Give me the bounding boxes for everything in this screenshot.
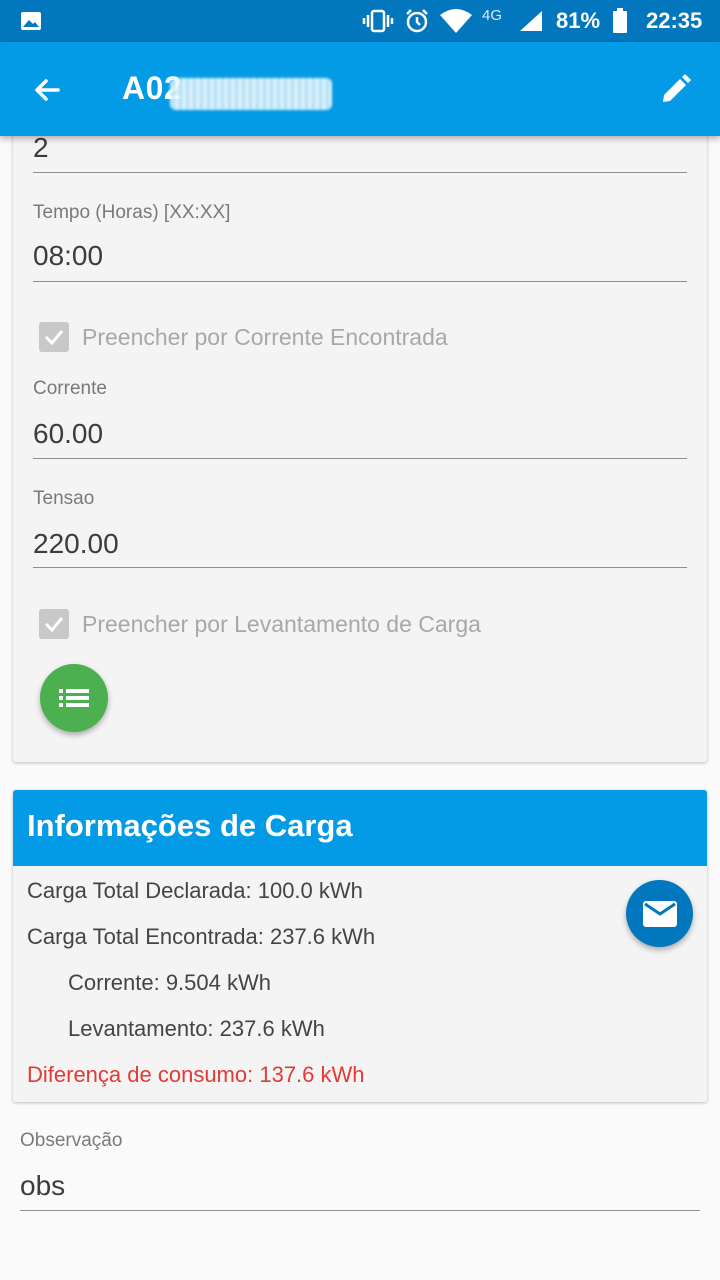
list-icon — [59, 689, 89, 707]
alarm-icon — [404, 0, 430, 42]
check-icon — [44, 330, 64, 346]
field-underline — [33, 567, 687, 568]
field-underline — [33, 281, 687, 282]
carga-corrente: Corrente: 9.504 kWh — [68, 970, 271, 995]
arrow-back-icon — [35, 79, 60, 101]
field-underline — [20, 1210, 700, 1211]
pencil-icon — [663, 74, 691, 102]
check-icon — [44, 617, 64, 633]
form-card: 2 Tempo (Horas) [XX:XX] 08:00 Preencher … — [13, 110, 707, 762]
carga-declarada: Carga Total Declarada: 100.0 kWh — [27, 878, 363, 903]
edit-button[interactable] — [650, 65, 700, 115]
redacted-title-suffix — [170, 78, 332, 110]
diferenca-consumo: Diferença de consumo: 137.6 kWh — [27, 1062, 365, 1087]
check-levantamento-label: Preencher por Levantamento de Carga — [82, 610, 481, 637]
clock: 22:35 — [646, 8, 703, 33]
signal-icon — [518, 0, 544, 42]
corrente-label: Corrente — [33, 378, 107, 399]
check-corrente-label: Preencher por Corrente Encontrada — [82, 323, 448, 350]
network-type: 4G — [482, 6, 503, 24]
field-underline — [33, 458, 687, 459]
image-icon — [20, 0, 42, 42]
check-levantamento-checkbox[interactable] — [39, 609, 69, 639]
field-underline — [33, 172, 687, 173]
tensao-label: Tensao — [33, 488, 95, 509]
check-corrente-checkbox[interactable] — [39, 322, 69, 352]
mail-fab-button[interactable] — [626, 880, 693, 947]
status-bar: 4G 81% 22:35 — [0, 0, 720, 42]
check-levantamento-row[interactable]: Preencher por Levantamento de Carga — [39, 609, 481, 639]
tempo-input[interactable]: 08:00 — [33, 240, 103, 272]
battery-percent: 81% — [556, 8, 601, 33]
back-button[interactable] — [22, 65, 72, 115]
app-bar: A02 — [0, 42, 720, 136]
carga-card-header: Informações de Carga — [13, 790, 707, 866]
corrente-input[interactable]: 60.00 — [33, 418, 103, 450]
list-fab-button[interactable] — [40, 664, 108, 732]
mail-icon — [642, 900, 677, 927]
tempo-label: Tempo (Horas) [XX:XX] — [33, 202, 231, 223]
top-field-value[interactable]: 2 — [33, 132, 49, 164]
observacao-input[interactable]: obs — [20, 1170, 65, 1202]
wifi-icon — [440, 0, 472, 42]
observacao-label: Observação — [20, 1130, 123, 1151]
check-corrente-row[interactable]: Preencher por Corrente Encontrada — [39, 322, 448, 352]
carga-levantamento: Levantamento: 237.6 kWh — [68, 1016, 325, 1041]
vibrate-icon — [362, 0, 394, 42]
battery-icon — [612, 0, 628, 42]
carga-info-card: Informações de Carga Carga Total Declara… — [13, 790, 707, 1102]
carga-encontrada: Carga Total Encontrada: 237.6 kWh — [27, 924, 376, 949]
carga-card-title: Informações de Carga — [27, 808, 353, 843]
tensao-input[interactable]: 220.00 — [33, 528, 119, 560]
